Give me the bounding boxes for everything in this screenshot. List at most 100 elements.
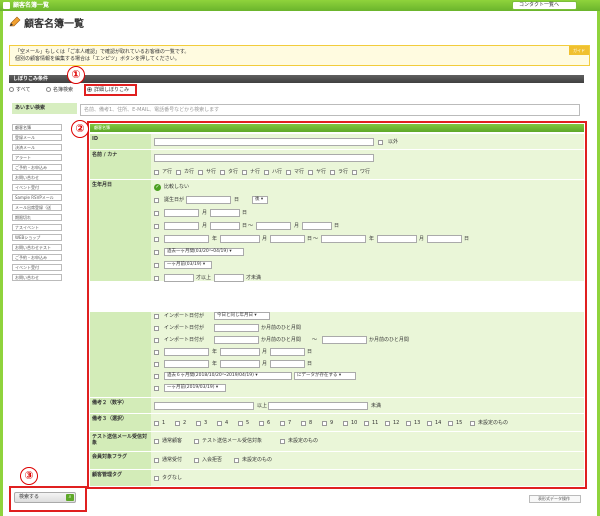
import-same-checkbox[interactable] [154, 314, 159, 319]
sidebar-item[interactable]: お問い合わせ [12, 274, 62, 281]
radio-all[interactable]: すべて [9, 87, 30, 94]
import-year[interactable] [164, 348, 209, 356]
bikou2-from[interactable] [154, 402, 254, 410]
onemonth-checkbox[interactable] [154, 263, 159, 268]
import-day2[interactable] [270, 360, 305, 368]
day-input[interactable] [210, 209, 240, 217]
onemonth-select[interactable]: 一ヶ月前(03/19) ▾ [164, 261, 212, 269]
bikou3-checkbox[interactable] [280, 421, 285, 426]
id-input[interactable] [154, 138, 374, 146]
sidebar-item[interactable]: イベント受付 [12, 264, 62, 271]
bikou3-checkbox[interactable] [238, 421, 243, 426]
bday-input[interactable] [186, 196, 231, 204]
sidebar-item[interactable]: 決済メール [12, 144, 62, 151]
bikou3-unset-checkbox[interactable] [470, 421, 475, 426]
ymd-range-checkbox[interactable] [154, 237, 159, 242]
test-opt1-checkbox[interactable] [154, 439, 159, 444]
sidebar-item[interactable]: イベント受付 [12, 184, 62, 191]
kana-checkbox[interactable] [198, 170, 203, 175]
bikou3-checkbox[interactable] [343, 421, 348, 426]
bday-select[interactable]: 後 ▾ [252, 196, 268, 204]
ymd-from-day[interactable] [270, 235, 305, 243]
ymd-to-day[interactable] [427, 235, 462, 243]
sidebar-item[interactable]: お問い合わせテスト [12, 244, 62, 251]
id-exclude-checkbox[interactable] [378, 140, 383, 145]
import-onemonth-select[interactable]: 一ヶ月前(2019/03/19) ▾ [164, 384, 226, 392]
ymd-from-year[interactable] [164, 235, 209, 243]
md-from-day[interactable] [210, 222, 240, 230]
md-to-day[interactable] [302, 222, 332, 230]
month-input[interactable] [164, 209, 199, 217]
sidebar-item[interactable]: ナスイベント [12, 224, 62, 231]
md-from-month[interactable] [164, 222, 199, 230]
search-button[interactable]: 検索する ⌕ [14, 492, 76, 503]
bikou3-checkbox[interactable] [175, 421, 180, 426]
sidebar-item[interactable]: 顧客名簿 [12, 124, 62, 131]
import-range-to[interactable] [322, 336, 367, 344]
import-exists-select[interactable]: にデータが存在する ▾ [294, 372, 356, 380]
sidebar-item[interactable]: Sample RSVPメール [12, 194, 62, 201]
import-same-select[interactable]: 今日と同じ年月日 ▾ [214, 312, 270, 320]
bikou3-checkbox[interactable] [406, 421, 411, 426]
sidebar-item[interactable]: お問い合わせ [12, 174, 62, 181]
import-day[interactable] [270, 348, 305, 356]
import-onemonth-checkbox[interactable] [154, 386, 159, 391]
member-opt3-checkbox[interactable] [234, 458, 239, 463]
bikou3-checkbox[interactable] [301, 421, 306, 426]
import-period-checkbox[interactable] [154, 374, 159, 379]
import-ago-input[interactable] [214, 324, 259, 332]
bikou3-checkbox[interactable] [196, 421, 201, 426]
bikou3-checkbox[interactable] [364, 421, 369, 426]
bikou3-checkbox[interactable] [154, 421, 159, 426]
sidebar-item[interactable]: 期限切れ [12, 214, 62, 221]
tag-opt1-checkbox[interactable] [154, 476, 159, 481]
kana-checkbox[interactable] [154, 170, 159, 175]
ymd-from-month[interactable] [220, 235, 260, 243]
bikou3-checkbox[interactable] [322, 421, 327, 426]
kana-checkbox[interactable] [242, 170, 247, 175]
bikou2-to[interactable] [268, 402, 368, 410]
age-checkbox[interactable] [154, 276, 159, 281]
sidebar-item[interactable]: WEBショップ [12, 234, 62, 241]
bikou3-checkbox[interactable] [448, 421, 453, 426]
sidebar-item[interactable]: 登録メール [12, 134, 62, 141]
bikou3-checkbox[interactable] [427, 421, 432, 426]
radio-group[interactable]: 名簿検索 [46, 87, 73, 94]
period-select[interactable]: 過去一ヶ月間(03/20〜04/19) ▾ [164, 248, 244, 256]
md-to-month[interactable] [256, 222, 291, 230]
bikou3-checkbox[interactable] [259, 421, 264, 426]
ymd-to-year[interactable] [321, 235, 366, 243]
member-opt1-checkbox[interactable] [154, 458, 159, 463]
bday-checkbox[interactable] [154, 198, 159, 203]
bikou3-checkbox[interactable] [217, 421, 222, 426]
import-year2[interactable] [164, 360, 209, 368]
kana-checkbox[interactable] [308, 170, 313, 175]
search-input[interactable]: 名前、備考1、住所、E-MAIL、電話番号などから検索します [80, 104, 580, 116]
sidebar-item[interactable]: メール出席登録（送 [12, 204, 62, 211]
import-month2[interactable] [220, 360, 260, 368]
age-from[interactable] [164, 274, 194, 282]
sidebar-item[interactable]: アラート [12, 154, 62, 161]
import-range-checkbox[interactable] [154, 338, 159, 343]
kana-checkbox[interactable] [286, 170, 291, 175]
kana-checkbox[interactable] [352, 170, 357, 175]
contact-list-button[interactable]: コンタクト一覧へ [512, 1, 577, 10]
import-ymd-checkbox[interactable] [154, 350, 159, 355]
md-range-checkbox[interactable] [154, 224, 159, 229]
kana-checkbox[interactable] [264, 170, 269, 175]
sidebar-item[interactable]: ご予約・お申込み [12, 254, 62, 261]
name-input[interactable] [154, 154, 374, 162]
kana-checkbox[interactable] [176, 170, 181, 175]
age-to[interactable] [214, 274, 244, 282]
import-range-from[interactable] [214, 336, 259, 344]
import-month[interactable] [220, 348, 260, 356]
kana-checkbox[interactable] [220, 170, 225, 175]
member-opt2-checkbox[interactable] [194, 458, 199, 463]
bikou3-checkbox[interactable] [385, 421, 390, 426]
kana-checkbox[interactable] [330, 170, 335, 175]
test-opt2-checkbox[interactable] [194, 439, 199, 444]
sidebar-item[interactable]: ご予約・お申込み [12, 164, 62, 171]
guide-tag[interactable]: ガイド [569, 46, 589, 55]
import-ymd2-checkbox[interactable] [154, 362, 159, 367]
ymd-to-month[interactable] [377, 235, 417, 243]
